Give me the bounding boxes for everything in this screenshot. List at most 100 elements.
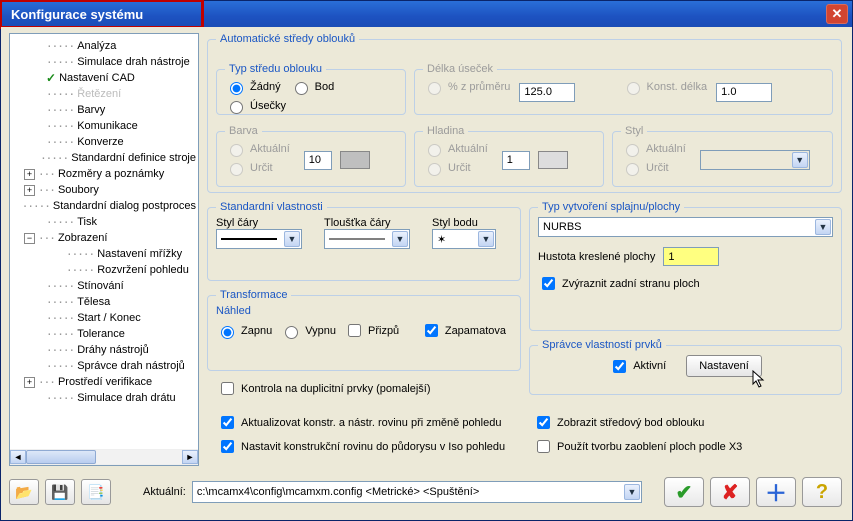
add-button[interactable]: ＋ — [756, 477, 796, 507]
point-style-combo[interactable]: ✶ ▼ — [432, 229, 496, 249]
radio-const: Konst. délka — [622, 79, 708, 95]
color-swatch[interactable] — [340, 151, 370, 169]
tree-item: +··· Soubory — [12, 182, 196, 198]
check-icon: ✓ — [46, 71, 56, 85]
tree-item: ····· Řetězení — [12, 86, 196, 102]
label: Tloušťka čáry — [324, 217, 410, 229]
radio-color-current: Aktuální — [225, 141, 290, 157]
style-combo: ▼ — [700, 150, 810, 170]
window: Konfigurace systému ✕ ····· Analýza ····… — [0, 0, 853, 521]
collapse-icon[interactable]: − — [24, 233, 35, 244]
tree-item: ····· Správce drah nástrojů — [12, 358, 196, 374]
chevron-down-icon[interactable]: ▼ — [392, 231, 408, 247]
dup-check[interactable]: Kontrola na duplicitní prvky (pomalejší) — [217, 379, 431, 398]
label: Náhled — [216, 305, 512, 317]
radio-point[interactable]: Bod — [290, 79, 335, 95]
legend: Automatické středy oblouků — [216, 33, 359, 45]
window-title: Konfigurace systému — [5, 7, 143, 22]
pct-input[interactable] — [519, 83, 575, 102]
help-button[interactable]: ? — [802, 477, 842, 507]
radio-pct: % z průměru — [423, 79, 510, 95]
tree-item: ····· Tisk — [12, 214, 196, 230]
x3-check[interactable]: Použít tvorbu zaoblení ploch podle X3 — [533, 437, 742, 456]
radio-lines[interactable]: Úsečky — [225, 98, 286, 114]
radio-layer-set: Určit — [423, 160, 471, 176]
iso-check[interactable]: Nastavit konstrukční rovinu do půdorysu … — [217, 437, 505, 456]
tree-item: ····· Konverze — [12, 134, 196, 150]
scroll-right-icon[interactable]: ► — [182, 450, 198, 464]
tree-item-selected: ✓Nastavení CAD — [12, 70, 196, 86]
const-input[interactable] — [716, 83, 772, 102]
label: Hustota kreslené plochy — [538, 251, 655, 263]
titlebar: Konfigurace systému ✕ — [1, 1, 852, 27]
config-path-combo[interactable]: c:\mcamx4\config\mcamxm.config <Metrické… — [192, 481, 642, 503]
radio-layer-current: Aktuální — [423, 141, 488, 157]
tree-item: ····· Simulace drah nástroje — [12, 54, 196, 70]
spline-type-combo[interactable]: NURBS▼ — [538, 217, 833, 237]
label: Styl bodu — [432, 217, 496, 229]
chevron-down-icon[interactable]: ▼ — [624, 484, 640, 500]
active-check[interactable]: Aktivní — [609, 357, 666, 376]
tree-item: ····· Nastavení mřížky — [12, 246, 196, 262]
tree-item: +··· Prostředí verifikace — [12, 374, 196, 390]
scroll-left-icon[interactable]: ◄ — [10, 450, 26, 464]
entity-manager-group: Správce vlastností prvků Aktivní Nastave… — [529, 339, 842, 395]
transform-group: Transformace Náhled Zapnu Vypnu Přizpů Z… — [207, 289, 521, 371]
save-button[interactable]: 💾 — [45, 479, 75, 505]
chevron-down-icon[interactable]: ▼ — [478, 231, 494, 247]
radio-style-current: Aktuální — [621, 141, 686, 157]
tree-item: ····· Stínování — [12, 278, 196, 294]
tree[interactable]: ····· Analýza ····· Simulace drah nástro… — [9, 33, 199, 466]
update-check[interactable]: Aktualizovat konstr. a nástr. rovinu při… — [217, 413, 501, 432]
open-folder-button[interactable]: 📂 — [9, 479, 39, 505]
tree-item: ····· Start / Konec — [12, 310, 196, 326]
remember-check[interactable]: Zapamatova — [421, 321, 506, 340]
expand-icon[interactable]: + — [24, 377, 35, 388]
radio-none[interactable]: Žádný — [225, 79, 281, 95]
bottom-bar: 📂 💾 📑 Aktuální: c:\mcamx4\config\mcamxm.… — [9, 472, 842, 512]
tree-list: ····· Analýza ····· Simulace drah nástro… — [10, 34, 198, 424]
tree-item: ····· Tělesa — [12, 294, 196, 310]
line-width-combo[interactable]: ▼ — [324, 229, 410, 249]
ok-button[interactable]: ✔ — [664, 477, 704, 507]
line-style-combo[interactable]: ▼ — [216, 229, 302, 249]
show-center-check[interactable]: Zobrazit středový bod oblouku — [533, 413, 704, 432]
close-button[interactable]: ✕ — [826, 4, 848, 24]
cancel-button[interactable]: ✘ — [710, 477, 750, 507]
scroll-thumb[interactable] — [26, 450, 96, 464]
highlight-back-check[interactable]: Zvýraznit zadní stranu ploch — [538, 274, 700, 293]
tree-item: ····· Standardní definice stroje — [12, 150, 196, 166]
label: Aktuální: — [143, 486, 186, 498]
layer-value[interactable] — [502, 151, 530, 170]
chevron-down-icon[interactable]: ▼ — [815, 219, 831, 235]
line-length-group: Délka úseček % z průměru Konst. délka — [414, 63, 833, 115]
merge-button[interactable]: 📑 — [81, 479, 111, 505]
radio-color-set: Určit — [225, 160, 273, 176]
arc-centers-group: Automatické středy oblouků Typ středu ob… — [207, 33, 842, 193]
tree-scrollbar[interactable]: ◄ ► — [10, 449, 198, 465]
star-icon: ✶ — [437, 233, 446, 246]
arc-type-group: Typ středu oblouku Žádný Bod Úsečky — [216, 63, 406, 115]
density-input[interactable] — [663, 247, 719, 266]
tree-item: ····· Standardní dialog postproces — [12, 198, 196, 214]
radio-preview-off[interactable]: Vypnu — [280, 323, 336, 339]
layer-group: Hladina Aktuální Určit — [414, 125, 604, 187]
body: ····· Analýza ····· Simulace drah nástro… — [1, 27, 852, 520]
color-group: Barva Aktuální Určit — [216, 125, 406, 187]
color-value[interactable] — [304, 151, 332, 170]
expand-icon[interactable]: + — [24, 169, 35, 180]
settings-button[interactable]: Nastavení — [686, 355, 762, 377]
settings-panel: Automatické středy oblouků Typ středu ob… — [207, 33, 842, 466]
expand-icon[interactable]: + — [24, 185, 35, 196]
spline-group: Typ vytvoření splajnu/plochy NURBS▼ Hust… — [529, 201, 842, 331]
tree-item: ····· Tolerance — [12, 326, 196, 342]
tree-item: ····· Analýza — [12, 38, 196, 54]
style-group: Styl Aktuální Určit ▼ — [612, 125, 833, 187]
std-props-group: Standardní vlastnosti Styl čáry ▼ Tloušť… — [207, 201, 521, 281]
tree-item: ····· Rozvržení pohledu — [12, 262, 196, 278]
label: Styl čáry — [216, 217, 302, 229]
chevron-down-icon[interactable]: ▼ — [284, 231, 300, 247]
radio-preview-on[interactable]: Zapnu — [216, 323, 272, 339]
fit-check[interactable]: Přizpů — [344, 321, 399, 340]
layer-swatch-icon[interactable] — [538, 151, 568, 169]
